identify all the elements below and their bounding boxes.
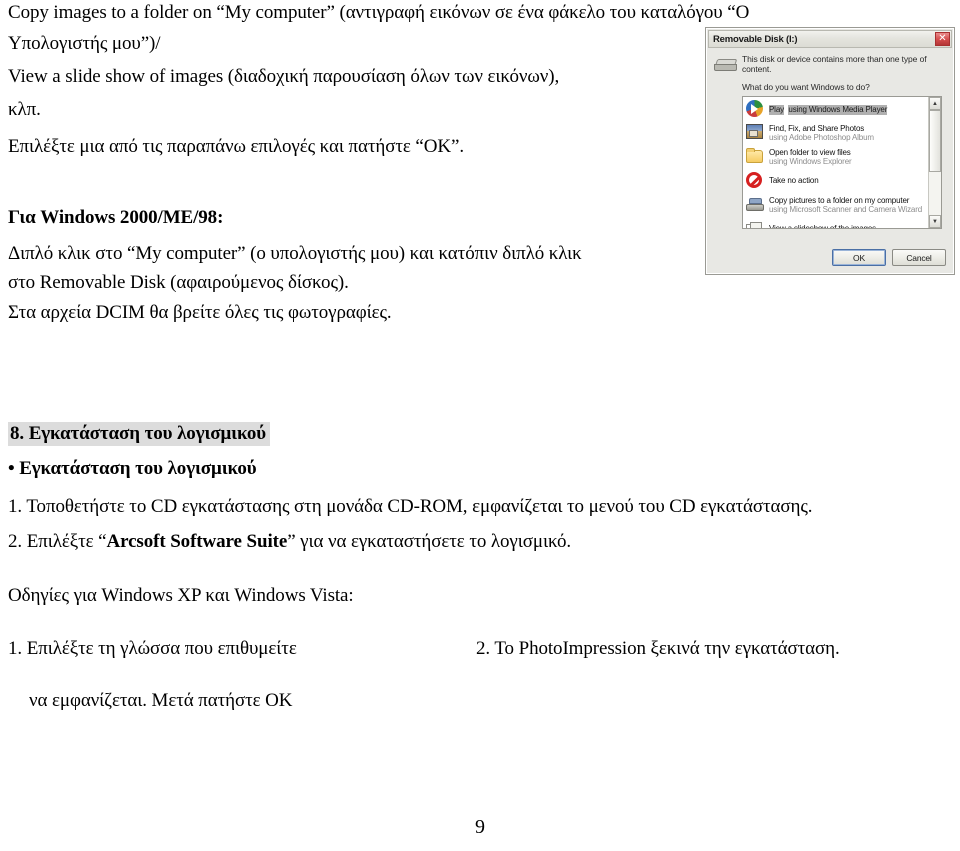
scroll-up-icon[interactable]: ▲ [929, 97, 941, 110]
list-item[interactable]: Open folder to view files using Windows … [743, 145, 928, 169]
list-item[interactable]: Take no action [743, 169, 928, 193]
install-step-2-suffix: ” για να εγκαταστήσετε το λογισμικό. [287, 531, 572, 552]
dialog-titlebar: Removable Disk (I:) ✕ [708, 30, 952, 48]
close-icon[interactable]: ✕ [935, 32, 950, 46]
cancel-button[interactable]: Cancel [892, 249, 946, 266]
option-label: Find, Fix, and Share Photos [769, 123, 865, 133]
scanner-camera-icon [746, 196, 764, 214]
removable-disk-dialog: Removable Disk (I:) ✕ This disk or devic… [705, 27, 955, 275]
paragraph-removable-disk: στο Removable Disk (αφαιρούμενος δίσκος)… [8, 272, 349, 293]
section-8-heading-wrap: 8. Εγκατάσταση του λογισμικού [8, 422, 271, 446]
slideshow-icon [746, 220, 764, 228]
install-step-2-prefix: 2. Επιλέξτε “ [8, 531, 107, 552]
option-label: Take no action [769, 176, 819, 186]
windows-media-player-icon [746, 100, 764, 118]
option-label: Open folder to view files [769, 147, 851, 157]
autoplay-options-list[interactable]: Play using Windows Media Player Find, Fi… [742, 96, 942, 229]
dialog-button-row: OK Cancel [832, 249, 946, 266]
options-scrollbar[interactable]: ▲ ▼ [928, 97, 941, 228]
dialog-question: What do you want Windows to do? [742, 82, 870, 92]
options-container: Play using Windows Media Player Find, Fi… [743, 97, 928, 228]
paragraph-diplo-klik: Διπλό κλικ στο “My computer” (ο υπολογισ… [8, 243, 582, 264]
install-step-2: 2. Επιλέξτε “Arcsoft Software Suite” για… [8, 531, 571, 553]
dialog-body: This disk or device contains more than o… [706, 48, 954, 229]
dialog-info-text: This disk or device contains more than o… [742, 54, 927, 74]
scroll-down-icon[interactable]: ▼ [929, 215, 941, 228]
page-number: 9 [475, 816, 485, 838]
list-item[interactable]: Play using Windows Media Player [743, 97, 928, 121]
install-step-2-product: Arcsoft Software Suite [106, 531, 288, 552]
photoshop-album-icon [746, 124, 764, 142]
paragraph-view-slideshow: View a slide show of images (διαδοχική π… [8, 66, 560, 87]
list-item[interactable]: View a slideshow of the images [743, 217, 928, 228]
no-action-icon [746, 172, 764, 190]
scrollbar-thumb[interactable] [929, 110, 941, 172]
option-sublabel: using Adobe Photoshop Album [769, 133, 874, 142]
option-sublabel: using Windows Media Player [788, 105, 888, 115]
dialog-info-row: This disk or device contains more than o… [714, 54, 946, 74]
scrollbar-track[interactable] [929, 110, 941, 215]
option-label: Copy pictures to a folder on my computer [769, 195, 910, 205]
heading-windows-2000-me-98: Για Windows 2000/ME/98: [8, 207, 224, 228]
xp-step-1-continued: να εμφανίζεται. Μετά πατήστε ΟΚ [29, 690, 293, 711]
ok-button[interactable]: OK [832, 249, 886, 266]
section-8-heading: 8. Εγκατάσταση του λογισμικού [8, 422, 271, 446]
install-step-1: 1. Τοποθετήστε το CD εγκατάστασης στη μο… [8, 496, 813, 517]
xp-step-1: 1. Επιλέξτε τη γλώσσα που επιθυμείτε [8, 638, 297, 659]
option-label: Play [769, 105, 784, 115]
list-item[interactable]: Find, Fix, and Share Photos using Adobe … [743, 121, 928, 145]
paragraph-epilexte-ok: Επιλέξτε μια από τις παραπάνω επιλογές κ… [8, 136, 464, 157]
heading-xp-vista: Οδηγίες για Windows XP και Windows Vista… [8, 585, 354, 606]
paragraph-ypologistis: Υπολογιστής μου”)/ [8, 33, 161, 54]
section-8-bullet: • Εγκατάσταση του λογισμικού [8, 458, 257, 479]
list-item[interactable]: Copy pictures to a folder on my computer… [743, 193, 928, 217]
paragraph-klp: κλπ. [8, 99, 41, 120]
document-page: Copy images to a folder on “My computer”… [0, 0, 960, 851]
paragraph-copy-images: Copy images to a folder on “My computer”… [8, 2, 750, 23]
option-sublabel: using Windows Explorer [769, 157, 852, 166]
xp-step-2: 2. Το PhotoImpression ξεκινά την εγκατάσ… [476, 638, 840, 659]
option-label: View a slideshow of the images [769, 224, 876, 228]
option-sublabel: using Microsoft Scanner and Camera Wizar… [769, 205, 923, 214]
dialog-title: Removable Disk (I:) [713, 33, 798, 45]
paragraph-dcim: Στα αρχεία DCIM θα βρείτε όλες τις φωτογ… [8, 302, 392, 323]
removable-drive-icon [714, 57, 738, 73]
folder-icon [746, 148, 764, 166]
